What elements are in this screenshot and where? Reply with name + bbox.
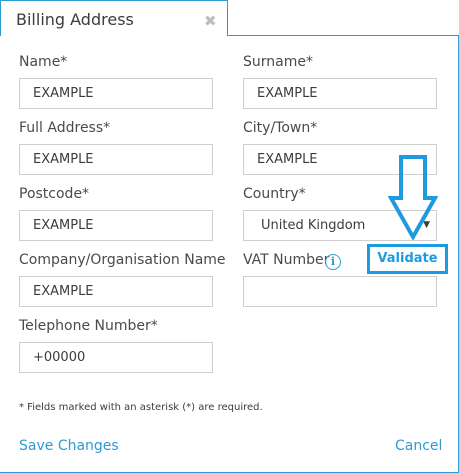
dialog-title: Billing Address xyxy=(16,10,134,29)
billing-form-panel xyxy=(0,35,459,473)
billing-address-tab: Billing Address ✖ xyxy=(0,0,228,36)
close-icon[interactable]: ✖ xyxy=(204,12,217,30)
